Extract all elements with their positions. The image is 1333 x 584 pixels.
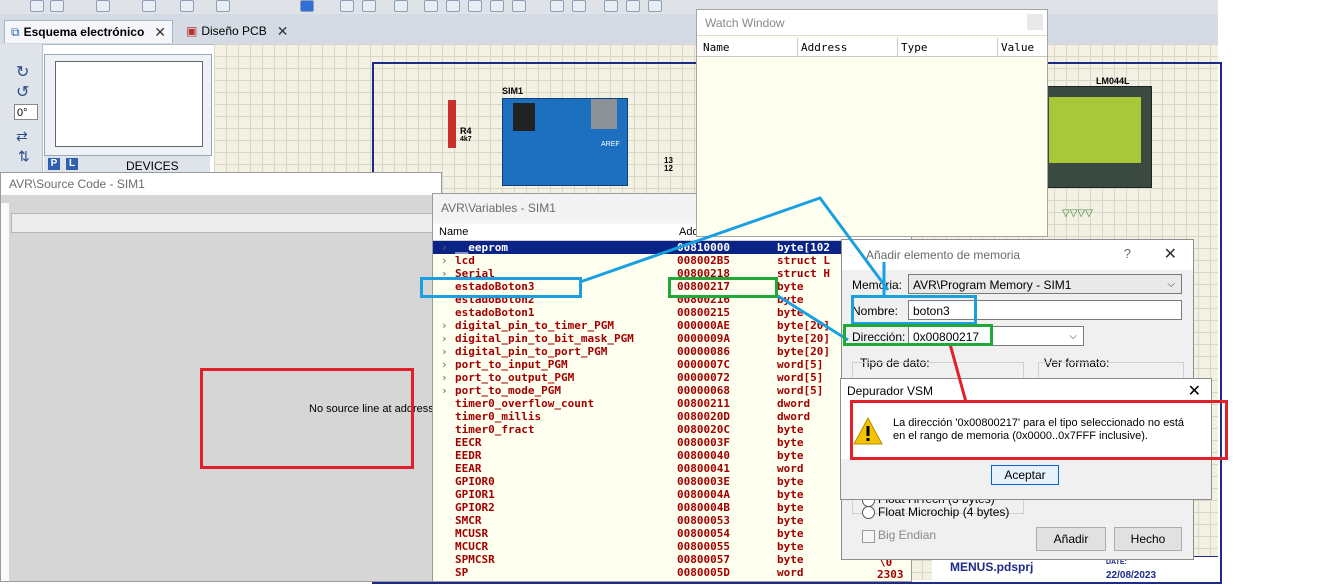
highlight-name-field — [851, 295, 977, 325]
highlight-no-source — [200, 368, 414, 469]
annotation-arrows — [579, 196, 968, 403]
highlight-variable-address — [668, 277, 778, 298]
highlight-variable-name — [420, 277, 582, 298]
highlight-error-message — [850, 400, 1228, 460]
highlight-address-field — [843, 324, 993, 346]
